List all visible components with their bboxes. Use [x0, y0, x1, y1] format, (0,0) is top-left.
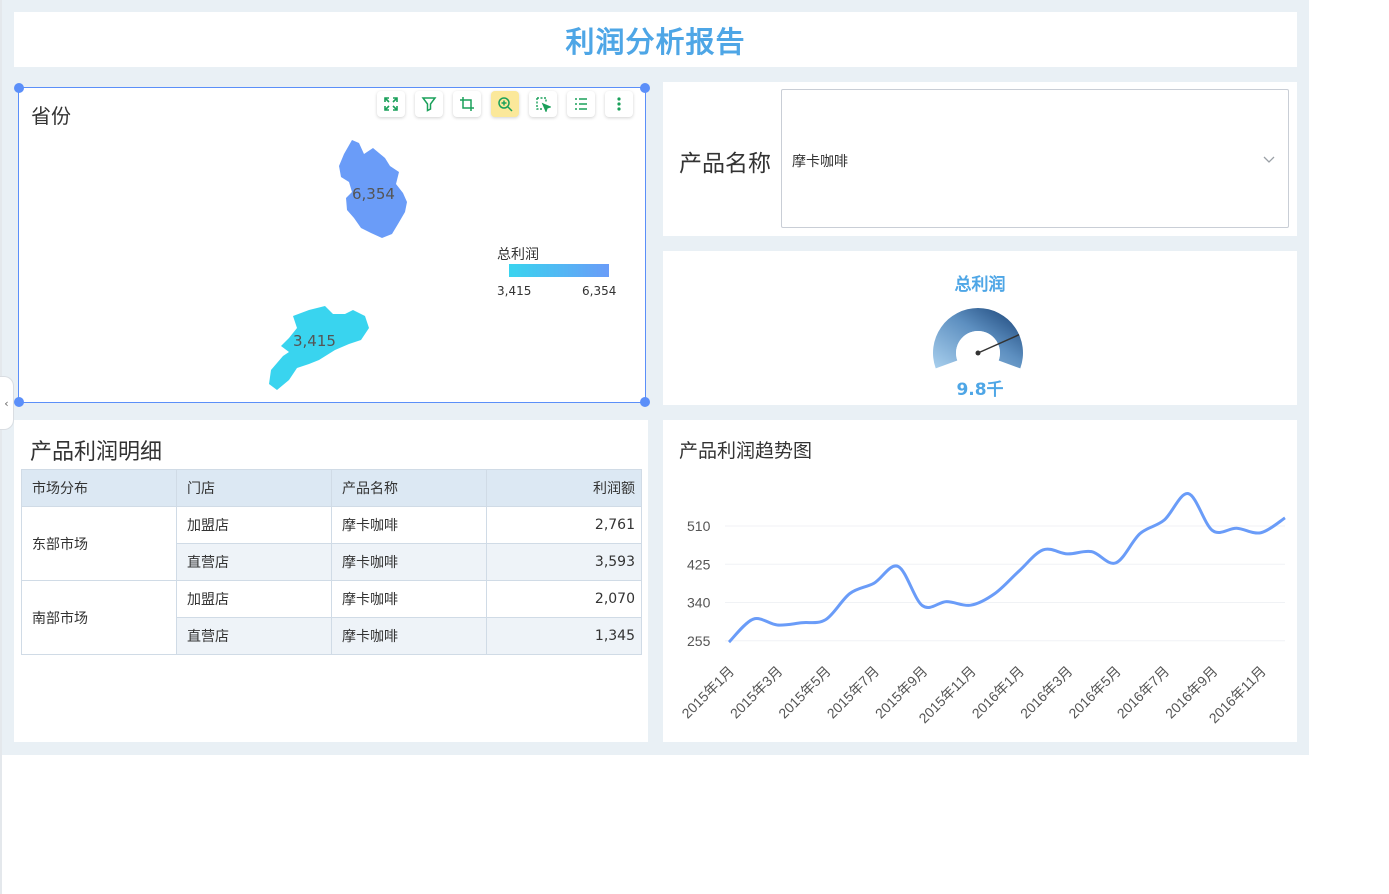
report-title: 利润分析报告 [565, 24, 746, 59]
map-value-label: 6,354 [352, 185, 395, 203]
market-cell: 南部市场 [21, 580, 177, 655]
table-header-cell[interactable]: 产品名称 [331, 469, 487, 507]
store-cell: 加盟店 [176, 580, 332, 618]
profit-cell: 3,593 [486, 543, 642, 581]
store-cell: 加盟店 [176, 506, 332, 544]
table-row[interactable]: 南部市场 加盟店 摩卡咖啡 2,070 [21, 580, 642, 655]
gauge-panel: 总利润 9.8千 [663, 251, 1297, 405]
gauge-pivot [975, 350, 981, 356]
store-cell: 直营店 [176, 617, 332, 655]
table-panel: 产品利润明细 市场分布 门店 产品名称 利润额 东部市场 加盟店 摩卡咖啡 2,… [14, 420, 648, 742]
table-title: 产品利润明细 [30, 440, 163, 465]
profit-cell: 1,345 [486, 617, 642, 655]
product-cell: 摩卡咖啡 [331, 580, 487, 618]
filter-panel: 产品名称 摩卡咖啡 [663, 82, 1297, 236]
map-legend-min: 3,415 [497, 284, 532, 298]
gauge-chart[interactable] [928, 303, 1028, 383]
chevron-down-icon [1263, 156, 1275, 163]
trend-line-chart[interactable]: 2553404255102015年1月2015年3月2015年5月2015年7月… [663, 420, 1297, 742]
product-cell: 摩卡咖啡 [331, 617, 487, 655]
profit-detail-table: 市场分布 门店 产品名称 利润额 东部市场 加盟店 摩卡咖啡 2,761 直营店… [21, 469, 642, 655]
filter-label: 产品名称 [679, 151, 771, 177]
table-header-cell[interactable]: 利润额 [486, 469, 642, 507]
gauge-value: 9.8千 [956, 380, 1004, 400]
profit-cell: 2,070 [486, 580, 642, 618]
map-canvas [269, 140, 407, 390]
product-select[interactable]: 摩卡咖啡 [781, 89, 1289, 228]
map-legend-gradient[interactable] [509, 264, 609, 277]
profit-cell: 2,761 [486, 506, 642, 544]
title-panel: 利润分析报告 [14, 12, 1297, 67]
market-cell: 东部市场 [21, 506, 177, 581]
table-header-row: 市场分布 门店 产品名称 利润额 [21, 469, 642, 507]
map-legend-title: 总利润 [497, 247, 539, 263]
y-tick-label: 340 [687, 595, 711, 611]
gauge-title: 总利润 [954, 275, 1006, 295]
y-tick-label: 255 [687, 633, 711, 649]
y-tick-label: 425 [687, 556, 711, 572]
product-cell: 摩卡咖啡 [331, 506, 487, 544]
sidebar-collapse-button[interactable]: ‹ [0, 376, 14, 430]
product-cell: 摩卡咖啡 [331, 543, 487, 581]
product-select-value: 摩卡咖啡 [792, 154, 848, 170]
map-panel[interactable]: 省份 6,354 3,415 总利润 3,415 6,354 [14, 83, 650, 407]
table-header-cell[interactable]: 市场分布 [21, 469, 177, 507]
trend-panel: 产品利润趋势图 255 340 425 510 2015年1月 2015年3月 2015年5… [663, 420, 1297, 742]
y-tick-label: 510 [687, 518, 711, 534]
table-row[interactable]: 东部市场 加盟店 摩卡咖啡 2,761 [21, 506, 642, 581]
table-header-cell[interactable]: 门店 [176, 469, 332, 507]
map-legend-max: 6,354 [582, 284, 617, 298]
chevron-left-icon: ‹ [4, 396, 9, 410]
store-cell: 直营店 [176, 543, 332, 581]
map-value-label: 3,415 [293, 332, 336, 350]
series-line[interactable] [727, 492, 1286, 644]
